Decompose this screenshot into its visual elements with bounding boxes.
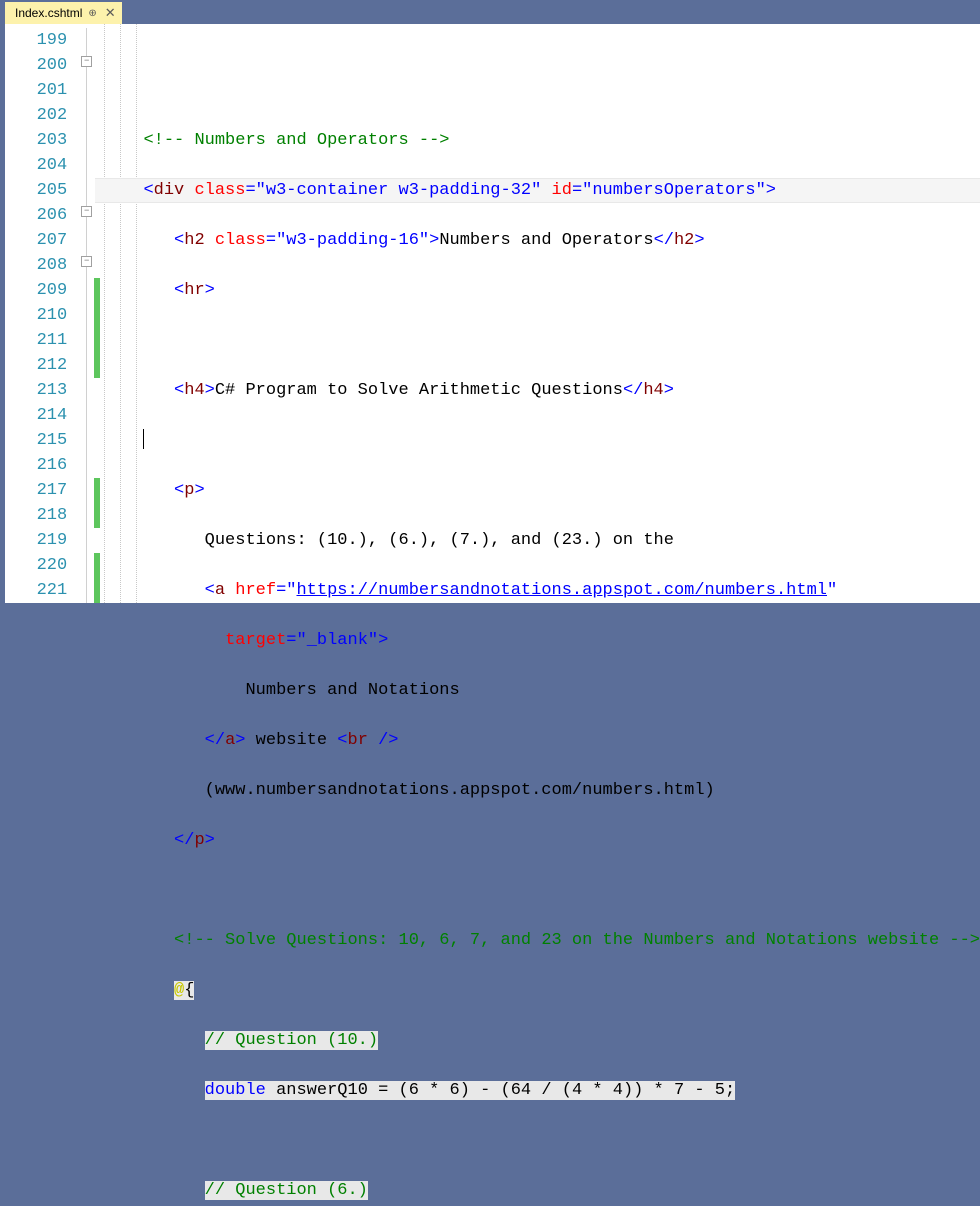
line-number: 203 [5,128,67,153]
tab-label: Index.cshtml [15,6,82,20]
fold-toggle[interactable]: − [81,256,92,267]
code-line[interactable]: @{ [143,978,980,1003]
close-icon[interactable]: ✕ [105,5,116,21]
tab-active[interactable]: Index.cshtml ⊕ ✕ [5,2,122,24]
line-number: 202 [5,103,67,128]
tab-bar: Index.cshtml ⊕ ✕ [5,0,980,24]
code-line[interactable]: target="_blank"> [143,628,980,653]
cs-comment: // Question (10.) [205,1031,378,1050]
line-number: 215 [5,428,67,453]
attr-value: w3-padding-16 [286,231,419,250]
line-number: 214 [5,403,67,428]
line-number: 201 [5,78,67,103]
code-line[interactable]: // Question (10.) [143,1028,980,1053]
cs-comment: // Question (6.) [205,1181,368,1200]
line-number: 212 [5,353,67,378]
line-number: 205 [5,178,67,203]
code-line[interactable]: Numbers and Notations [143,678,980,703]
code-line[interactable] [143,1128,980,1153]
line-number: 204 [5,153,67,178]
attr-value: _blank [307,631,368,650]
expression: = (6 * 6) - (64 / (4 * 4)) * 7 - 5; [368,1081,735,1100]
line-number: 219 [5,528,67,553]
line-number: 213 [5,378,67,403]
code-line[interactable]: <h2 class="w3-padding-16">Numbers and Op… [143,228,980,253]
code-line[interactable] [143,428,980,453]
code-line[interactable]: (www.numbersandnotations.appspot.com/num… [143,778,980,803]
code-line[interactable]: <hr> [143,278,980,303]
code-line[interactable]: double answerQ10 = (6 * 6) - (64 / (4 * … [143,1078,980,1103]
line-number-gutter: 1992002012022032042052062072082092102112… [5,24,81,603]
code-line[interactable]: // Question (6.) [143,1178,980,1203]
code-line[interactable]: Questions: (10.), (6.), (7.), and (23.) … [143,528,980,553]
fold-toggle[interactable]: − [81,206,92,217]
line-number: 208 [5,253,67,278]
line-number: 209 [5,278,67,303]
code-line[interactable]: <!-- Numbers and Operators --> [143,128,980,153]
text-content: Numbers and Operators [439,231,653,250]
line-number: 220 [5,553,67,578]
line-number: 218 [5,503,67,528]
editor-window: Index.cshtml ⊕ ✕ 19920020120220320420520… [0,0,980,603]
code-line[interactable] [143,878,980,903]
attr-value: numbersOperators [592,181,755,200]
text-content: (www.numbersandnotations.appspot.com/num… [205,781,715,800]
attr-value: w3-container w3-padding-32 [266,181,531,200]
text-content: Questions: (10.), (6.), (7.), and (23.) … [205,531,674,550]
code-line[interactable]: <div class="w3-container w3-padding-32" … [143,178,980,203]
line-number: 221 [5,578,67,603]
code-line[interactable] [143,328,980,353]
line-number: 217 [5,478,67,503]
fold-toggle[interactable]: − [81,56,92,67]
line-number: 216 [5,453,67,478]
text-content: Numbers and Notations [245,681,459,700]
indent-guides [100,24,144,603]
pin-icon[interactable]: ⊕ [88,8,96,19]
line-number: 206 [5,203,67,228]
text-content: C# Program to Solve Arithmetic Questions [215,381,623,400]
text-content: website [245,731,337,750]
code-line[interactable]: <a href="https://numbersandnotations.app… [143,578,980,603]
code-editor[interactable]: 1992002012022032042052062072082092102112… [5,24,980,603]
comment-text: Solve Questions: 10, 6, 7, and 23 on the… [215,931,950,950]
line-number: 210 [5,303,67,328]
href-value: https://numbersandnotations.appspot.com/… [296,581,827,600]
razor-block: { [184,981,194,1000]
code-line[interactable]: <h4>C# Program to Solve Arithmetic Quest… [143,378,980,403]
comment-text: Numbers and Operators [184,131,419,150]
code-area[interactable]: <!-- Numbers and Operators --> <div clas… [143,24,980,603]
line-number: 199 [5,28,67,53]
text-caret [143,429,144,449]
code-line[interactable]: <!-- Solve Questions: 10, 6, 7, and 23 o… [143,928,980,953]
var-name: answerQ10 [276,1081,368,1100]
code-line[interactable]: </a> website <br /> [143,728,980,753]
line-number: 211 [5,328,67,353]
code-line[interactable]: </p> [143,828,980,853]
line-number: 200 [5,53,67,78]
code-line[interactable]: <p> [143,478,980,503]
line-number: 207 [5,228,67,253]
fold-column: − − − [81,24,94,603]
